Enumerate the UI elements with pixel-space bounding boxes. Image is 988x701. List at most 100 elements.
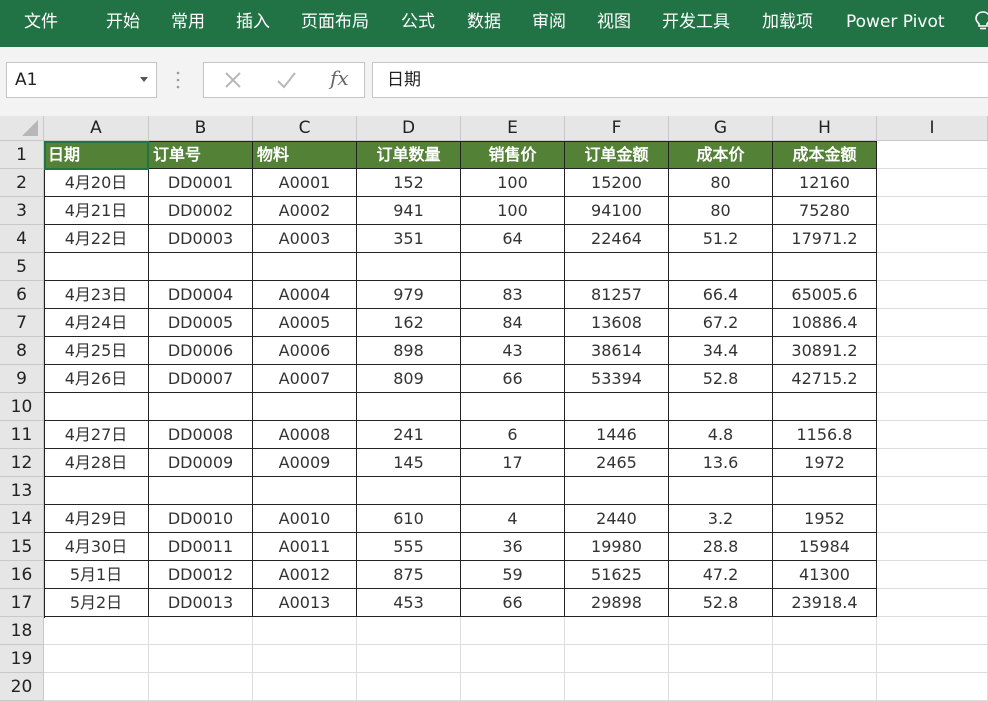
- empty-cell[interactable]: [149, 673, 253, 701]
- ribbon-tab[interactable]: 审阅: [532, 0, 566, 44]
- table-cell[interactable]: 1952: [773, 505, 877, 533]
- ribbon-tab[interactable]: 页面布局: [301, 0, 369, 44]
- table-cell[interactable]: [357, 393, 461, 421]
- table-cell[interactable]: 4月30日: [44, 533, 149, 561]
- empty-cell[interactable]: [357, 673, 461, 701]
- table-cell[interactable]: 13.6: [669, 449, 773, 477]
- table-cell[interactable]: 875: [357, 561, 461, 589]
- table-cell[interactable]: 51.2: [669, 225, 773, 253]
- ribbon-tab[interactable]: 开始: [106, 0, 140, 44]
- column-header[interactable]: D: [357, 116, 461, 141]
- table-cell[interactable]: 4月29日: [44, 505, 149, 533]
- table-cell[interactable]: DD0009: [149, 449, 253, 477]
- table-cell[interactable]: [565, 477, 669, 505]
- ribbon-tab[interactable]: 数据: [467, 0, 501, 44]
- table-cell[interactable]: [565, 253, 669, 281]
- table-cell[interactable]: 10886.4: [773, 309, 877, 337]
- empty-cell[interactable]: [461, 673, 565, 701]
- row-header[interactable]: 6: [0, 281, 44, 309]
- row-header[interactable]: 8: [0, 337, 44, 365]
- empty-cell[interactable]: [877, 645, 988, 673]
- table-cell[interactable]: 17: [461, 449, 565, 477]
- empty-cell[interactable]: [877, 253, 988, 281]
- empty-cell[interactable]: [44, 645, 149, 673]
- table-cell[interactable]: DD0006: [149, 337, 253, 365]
- table-cell[interactable]: 4月23日: [44, 281, 149, 309]
- table-cell[interactable]: 47.2: [669, 561, 773, 589]
- table-cell[interactable]: [773, 393, 877, 421]
- column-header[interactable]: B: [149, 116, 253, 141]
- more-dots-icon[interactable]: [176, 70, 180, 90]
- table-cell[interactable]: 5月1日: [44, 561, 149, 589]
- empty-cell[interactable]: [877, 337, 988, 365]
- table-cell[interactable]: 83: [461, 281, 565, 309]
- table-cell[interactable]: 36: [461, 533, 565, 561]
- table-cell[interactable]: [669, 477, 773, 505]
- row-header[interactable]: 19: [0, 645, 44, 673]
- empty-cell[interactable]: [877, 309, 988, 337]
- empty-cell[interactable]: [44, 617, 149, 645]
- table-cell[interactable]: A0009: [253, 449, 357, 477]
- empty-cell[interactable]: [877, 561, 988, 589]
- ribbon-tab[interactable]: 视图: [597, 0, 631, 44]
- table-cell[interactable]: 4月24日: [44, 309, 149, 337]
- column-header[interactable]: E: [461, 116, 565, 141]
- row-header[interactable]: 11: [0, 421, 44, 449]
- table-cell[interactable]: [149, 393, 253, 421]
- table-cell[interactable]: A0001: [253, 169, 357, 197]
- table-cell[interactable]: A0013: [253, 589, 357, 617]
- table-cell[interactable]: A0007: [253, 365, 357, 393]
- table-cell[interactable]: 84: [461, 309, 565, 337]
- empty-cell[interactable]: [149, 645, 253, 673]
- empty-cell[interactable]: [773, 645, 877, 673]
- table-cell[interactable]: 28.8: [669, 533, 773, 561]
- table-cell[interactable]: 941: [357, 197, 461, 225]
- table-header-cell[interactable]: 销售价: [461, 141, 565, 169]
- table-cell[interactable]: 42715.2: [773, 365, 877, 393]
- table-cell[interactable]: 19980: [565, 533, 669, 561]
- table-cell[interactable]: A0010: [253, 505, 357, 533]
- empty-cell[interactable]: [565, 645, 669, 673]
- table-cell[interactable]: [773, 477, 877, 505]
- table-cell[interactable]: [565, 393, 669, 421]
- row-header[interactable]: 9: [0, 365, 44, 393]
- table-cell[interactable]: 15984: [773, 533, 877, 561]
- table-cell[interactable]: [357, 477, 461, 505]
- table-cell[interactable]: 3.2: [669, 505, 773, 533]
- table-cell[interactable]: DD0007: [149, 365, 253, 393]
- table-cell[interactable]: [461, 253, 565, 281]
- row-header[interactable]: 4: [0, 225, 44, 253]
- enter-check-icon[interactable]: [274, 63, 298, 97]
- formula-input[interactable]: 日期: [372, 62, 988, 98]
- table-cell[interactable]: 80: [669, 197, 773, 225]
- table-cell[interactable]: DD0012: [149, 561, 253, 589]
- row-header[interactable]: 13: [0, 477, 44, 505]
- table-cell[interactable]: A0002: [253, 197, 357, 225]
- table-cell[interactable]: 23918.4: [773, 589, 877, 617]
- table-cell[interactable]: 4月20日: [44, 169, 149, 197]
- table-cell[interactable]: 4月21日: [44, 197, 149, 225]
- table-cell[interactable]: 2440: [565, 505, 669, 533]
- table-cell[interactable]: 66: [461, 365, 565, 393]
- empty-cell[interactable]: [357, 617, 461, 645]
- empty-cell[interactable]: [669, 617, 773, 645]
- empty-cell[interactable]: [877, 673, 988, 701]
- table-cell[interactable]: 4.8: [669, 421, 773, 449]
- table-cell[interactable]: 29898: [565, 589, 669, 617]
- table-cell[interactable]: 100: [461, 197, 565, 225]
- row-header[interactable]: 5: [0, 253, 44, 281]
- column-header[interactable]: F: [565, 116, 669, 141]
- row-header[interactable]: 7: [0, 309, 44, 337]
- table-cell[interactable]: 13608: [565, 309, 669, 337]
- table-cell[interactable]: [253, 393, 357, 421]
- row-header[interactable]: 2: [0, 169, 44, 197]
- table-cell[interactable]: 152: [357, 169, 461, 197]
- row-header[interactable]: 1: [0, 141, 44, 169]
- empty-cell[interactable]: [877, 169, 988, 197]
- empty-cell[interactable]: [877, 505, 988, 533]
- empty-cell[interactable]: [877, 393, 988, 421]
- table-cell[interactable]: 4月22日: [44, 225, 149, 253]
- table-cell[interactable]: 145: [357, 449, 461, 477]
- table-cell[interactable]: 94100: [565, 197, 669, 225]
- table-cell[interactable]: [149, 477, 253, 505]
